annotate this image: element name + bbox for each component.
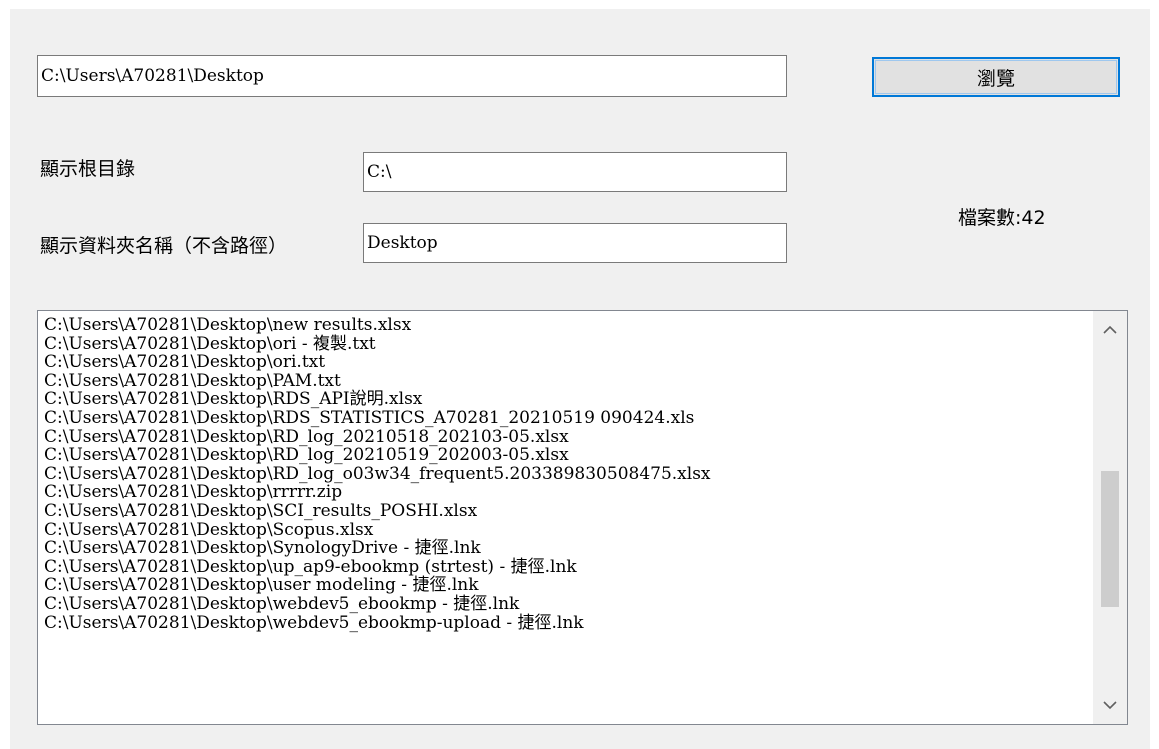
root-dir-field[interactable]: C:\ xyxy=(363,152,787,192)
list-item[interactable]: C:\Users\A70281\Desktop\rrrrr.zip xyxy=(44,483,1089,502)
scroll-up-icon[interactable] xyxy=(1093,313,1127,347)
file-listbox[interactable]: C:\Users\A70281\Desktop\new results.xlsx… xyxy=(37,310,1128,725)
folder-name-label: 顯示資料夾名稱（不含路徑） xyxy=(40,235,288,257)
list-item[interactable]: C:\Users\A70281\Desktop\RD_log_20210519_… xyxy=(44,446,1089,465)
list-item[interactable]: C:\Users\A70281\Desktop\webdev5_ebookmp … xyxy=(44,595,1089,614)
list-item[interactable]: C:\Users\A70281\Desktop\ori - 複製.txt xyxy=(44,334,1089,354)
list-item[interactable]: C:\Users\A70281\Desktop\user modeling - … xyxy=(44,576,1089,595)
folder-name-field[interactable]: Desktop xyxy=(363,223,787,263)
file-count: 檔案數:42 xyxy=(958,207,1046,229)
list-item[interactable]: C:\Users\A70281\Desktop\up_ap9-ebookmp (… xyxy=(44,558,1089,577)
browse-button[interactable]: 瀏覽 xyxy=(872,57,1120,97)
browse-button-label: 瀏覽 xyxy=(976,67,1015,90)
list-item[interactable]: C:\Users\A70281\Desktop\SynologyDrive - … xyxy=(44,539,1089,558)
path-input[interactable]: C:\Users\A70281\Desktop xyxy=(37,55,787,97)
root-dir-label: 顯示根目錄 xyxy=(40,158,136,180)
scrollbar-thumb[interactable] xyxy=(1101,471,1119,607)
vertical-scrollbar[interactable] xyxy=(1093,311,1127,724)
list-item[interactable]: C:\Users\A70281\Desktop\RDS_STATISTICS_A… xyxy=(44,409,1089,428)
main-form: C:\Users\A70281\Desktop 瀏覽 顯示根目錄 C:\ 顯示資… xyxy=(10,9,1150,749)
file-list: C:\Users\A70281\Desktop\new results.xlsx… xyxy=(44,316,1089,632)
list-item[interactable]: C:\Users\A70281\Desktop\PAM.txt xyxy=(44,372,1089,391)
list-item[interactable]: C:\Users\A70281\Desktop\new results.xlsx xyxy=(44,316,1089,335)
list-item[interactable]: C:\Users\A70281\Desktop\webdev5_ebookmp-… xyxy=(44,613,1089,633)
list-item[interactable]: C:\Users\A70281\Desktop\RDS_API說明.xlsx xyxy=(44,390,1089,409)
list-item[interactable]: C:\Users\A70281\Desktop\ori.txt xyxy=(44,353,1089,372)
scroll-down-icon[interactable] xyxy=(1093,688,1127,722)
list-item[interactable]: C:\Users\A70281\Desktop\RD_log_20210518_… xyxy=(44,427,1089,447)
list-item[interactable]: C:\Users\A70281\Desktop\RD_log_o03w34_fr… xyxy=(44,465,1089,484)
list-item[interactable]: C:\Users\A70281\Desktop\SCI_results_POSH… xyxy=(44,502,1089,521)
list-item[interactable]: C:\Users\A70281\Desktop\Scopus.xlsx xyxy=(44,520,1089,540)
